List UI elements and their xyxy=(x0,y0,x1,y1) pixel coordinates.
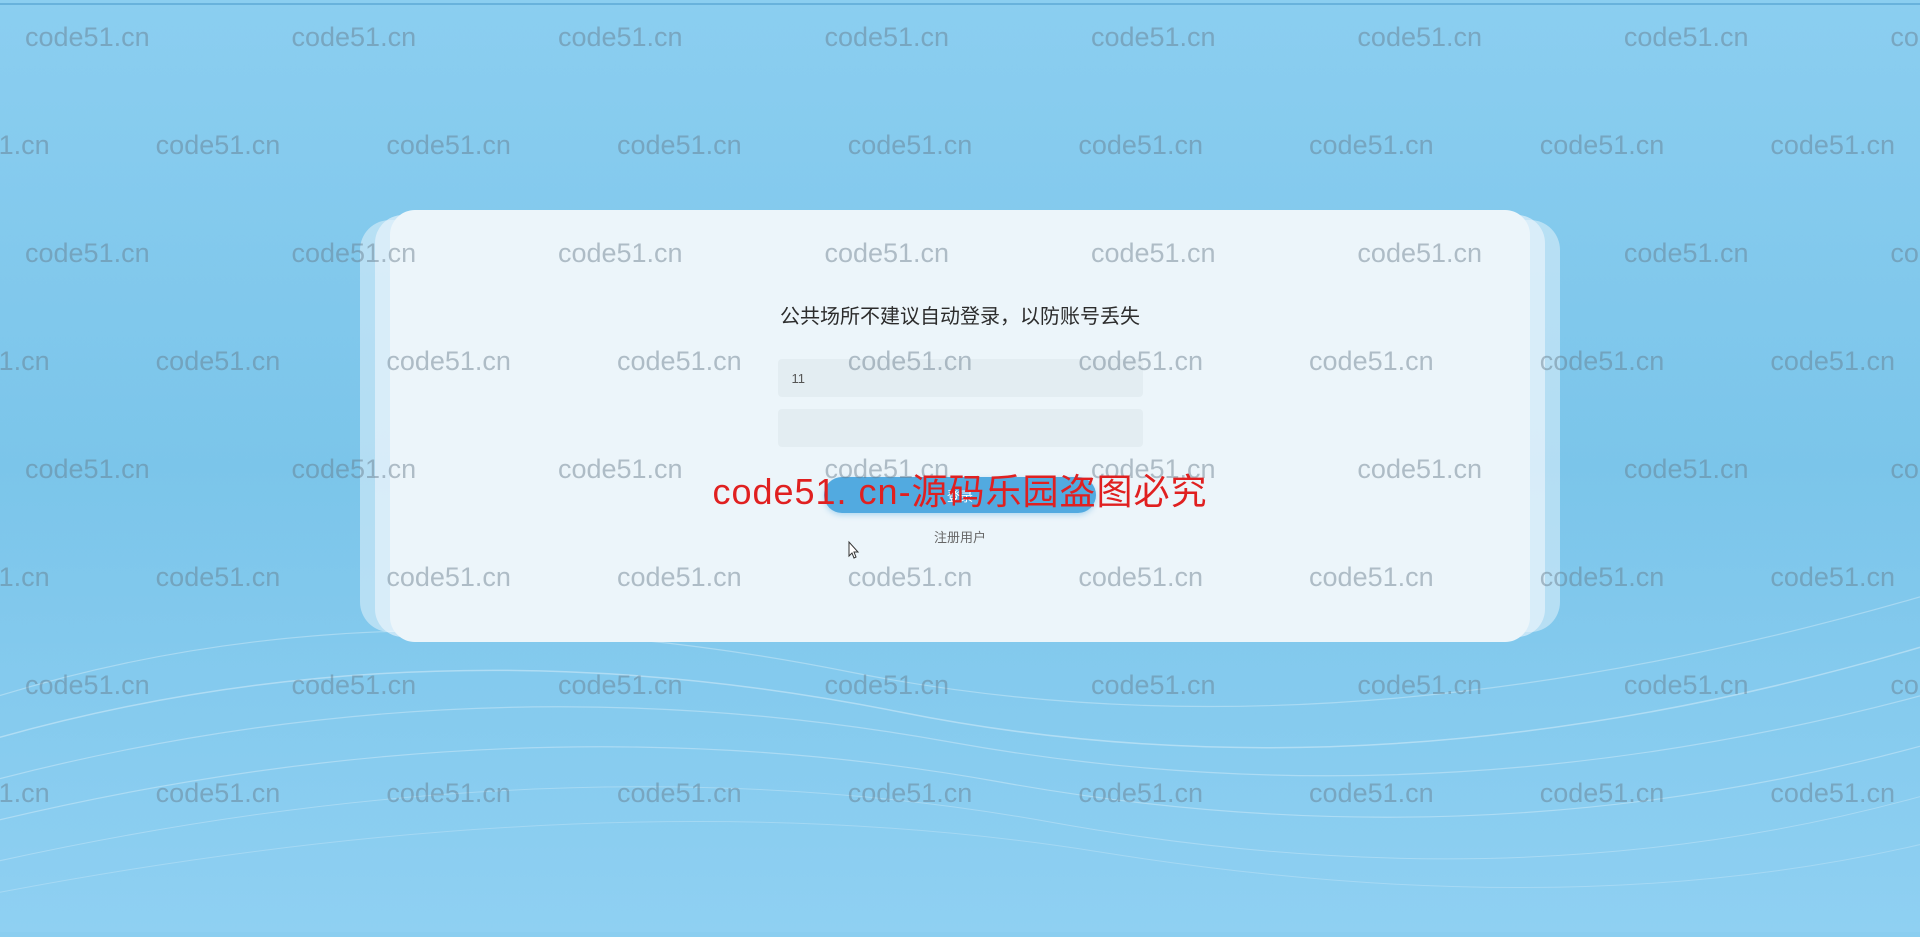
watermark-item: code51.cn xyxy=(1770,130,1895,161)
watermark-item: code51.cn xyxy=(25,454,150,485)
top-border-line xyxy=(0,3,1920,5)
watermark-item: code51.cn xyxy=(848,778,973,809)
register-link[interactable]: 注册用户 xyxy=(934,527,986,546)
watermark-item: code51.cn xyxy=(25,670,150,701)
watermark-item: code51.cn xyxy=(1309,778,1434,809)
watermark-item: code51.cn xyxy=(0,778,50,809)
watermark-item: code51.cn xyxy=(617,130,742,161)
watermark-item: code51.cn xyxy=(1770,346,1895,377)
watermark-item: code51.cn xyxy=(1540,130,1665,161)
watermark-item: code51.cn xyxy=(0,130,50,161)
watermark-item: code51.cn xyxy=(0,562,50,593)
watermark-item: code51.cn xyxy=(1357,670,1482,701)
watermark-item: code51.cn xyxy=(1624,238,1749,269)
login-panel-container: 公共场所不建议自动登录，以防账号丢失 登录 注册用户 xyxy=(390,210,1530,642)
watermark-item: code51.cn xyxy=(1890,238,1920,269)
watermark-item: code51.cn xyxy=(156,130,281,161)
watermark-item: code51.cn xyxy=(0,346,50,377)
watermark-item: code51.cn xyxy=(1624,22,1749,53)
watermark-item: code51.cn xyxy=(386,130,511,161)
username-input[interactable] xyxy=(778,359,1143,397)
watermark-item: code51.cn xyxy=(1624,670,1749,701)
watermark-item: code51.cn xyxy=(291,22,416,53)
watermark-item: code51.cn xyxy=(1357,22,1482,53)
watermark-item: code51.cn xyxy=(1091,22,1216,53)
watermark-item: code51.cn xyxy=(156,562,281,593)
watermark-item: code51.cn xyxy=(1890,454,1920,485)
watermark-item: code51.cn xyxy=(156,346,281,377)
watermark-item: code51.cn xyxy=(1091,670,1216,701)
watermark-item: code51.cn xyxy=(386,778,511,809)
watermark-item: code51.cn xyxy=(617,778,742,809)
watermark-item: code51.cn xyxy=(1890,670,1920,701)
watermark-item: code51.cn xyxy=(1890,22,1920,53)
watermark-item: code51.cn xyxy=(25,22,150,53)
watermark-item: code51.cn xyxy=(1624,454,1749,485)
watermark-item: code51.cn xyxy=(1309,130,1434,161)
warning-text: 公共场所不建议自动登录，以防账号丢失 xyxy=(780,300,1140,329)
watermark-item: code51.cn xyxy=(824,22,949,53)
login-panel: 公共场所不建议自动登录，以防账号丢失 登录 注册用户 xyxy=(390,210,1530,642)
watermark-item: code51.cn xyxy=(1770,778,1895,809)
password-input[interactable] xyxy=(778,409,1143,447)
watermark-item: code51.cn xyxy=(25,238,150,269)
watermark-item: code51.cn xyxy=(1078,130,1203,161)
watermark-item: code51.cn xyxy=(558,670,683,701)
watermark-item: code51.cn xyxy=(848,130,973,161)
watermark-item: code51.cn xyxy=(1540,778,1665,809)
watermark-item: code51.cn xyxy=(824,670,949,701)
watermark-item: code51.cn xyxy=(1770,562,1895,593)
watermark-item: code51.cn xyxy=(291,670,416,701)
watermark-item: code51.cn xyxy=(1078,778,1203,809)
watermark-overlay-text: code51. cn-源码乐园盗图必究 xyxy=(712,463,1207,515)
watermark-item: code51.cn xyxy=(558,22,683,53)
watermark-item: code51.cn xyxy=(156,778,281,809)
